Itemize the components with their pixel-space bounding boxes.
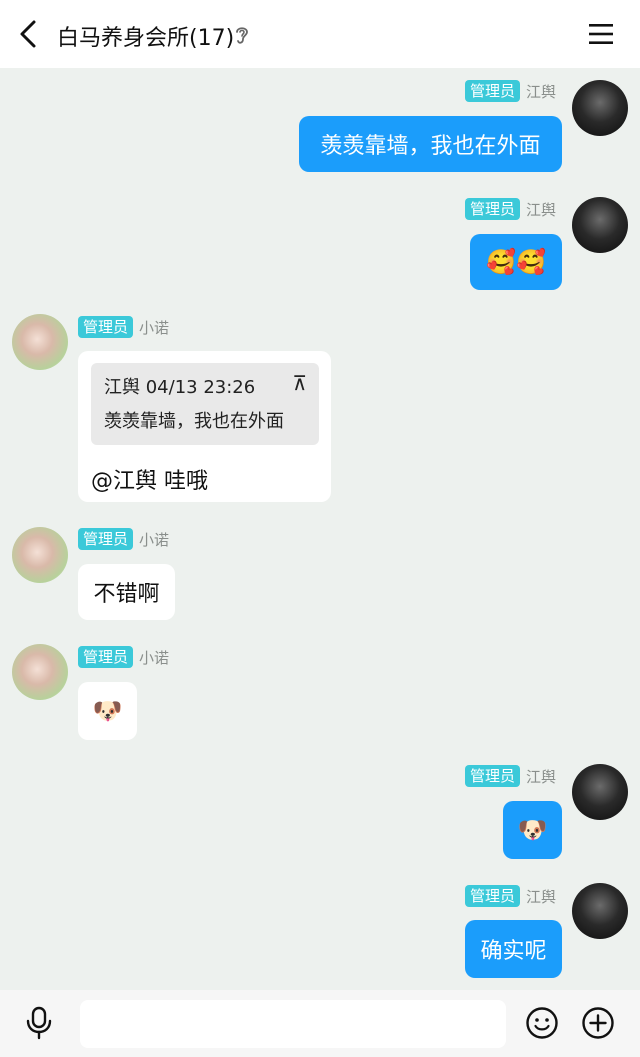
chevron-left-icon — [20, 20, 36, 48]
avatar[interactable] — [12, 527, 68, 583]
emoji-sticker: 🐶 — [517, 816, 548, 844]
admin-badge: 管理员 — [78, 646, 134, 668]
message-meta: 管理员 江舆 — [464, 765, 556, 787]
admin-badge: 管理员 — [464, 80, 520, 102]
message-meta: 管理员 江舆 — [464, 885, 556, 907]
sender-name: 江舆 — [525, 767, 556, 786]
sender-name: 江舆 — [525, 82, 556, 101]
message-bubble[interactable]: 羡羡靠墙，我也在外面 — [299, 116, 562, 172]
message-list[interactable]: 管理员 江舆 羡羡靠墙，我也在外面 管理员 江舆 🥰🥰 管理员 小诺 江舆 04… — [0, 68, 640, 990]
avatar[interactable] — [572, 80, 628, 136]
message-bubble[interactable]: 不错啊 — [78, 564, 175, 620]
emoji-message-bubble[interactable]: 🐶 — [78, 682, 137, 740]
message-input[interactable] — [80, 1000, 506, 1048]
sender-name: 江舆 — [525, 887, 556, 906]
message-meta: 管理员 小诺 — [78, 646, 169, 668]
avatar[interactable] — [572, 764, 628, 820]
smile-icon[interactable] — [525, 1006, 559, 1040]
sender-name: 小诺 — [139, 530, 170, 549]
sender-name: 江舆 — [525, 200, 556, 219]
emoji-sticker: 🐶 — [92, 697, 123, 725]
avatar[interactable] — [12, 314, 68, 370]
avatar[interactable] — [12, 644, 68, 700]
sender-name: 小诺 — [139, 318, 170, 337]
top-bar: 白马养身会所(17) — [0, 0, 640, 68]
admin-badge: 管理员 — [464, 198, 520, 220]
emoji-message-bubble[interactable]: 🐶 — [503, 801, 562, 859]
chat-title[interactable]: 白马养身会所(17) — [57, 20, 234, 52]
admin-badge: 管理员 — [464, 885, 520, 907]
admin-badge: 管理员 — [78, 528, 134, 550]
microphone-icon[interactable] — [24, 1006, 54, 1040]
message-meta: 管理员 小诺 — [78, 528, 169, 550]
avatar[interactable] — [572, 883, 628, 939]
message-bubble[interactable]: 确实呢 — [465, 920, 562, 978]
avatar[interactable] — [572, 197, 628, 253]
message-meta: 管理员 小诺 — [78, 316, 169, 338]
quote-text: 羡羡靠墙，我也在外面 — [104, 411, 284, 432]
ear-icon — [236, 27, 248, 44]
admin-badge: 管理员 — [78, 316, 134, 338]
plus-circle-icon[interactable] — [581, 1006, 615, 1040]
message-meta: 管理员 江舆 — [464, 80, 556, 102]
back-button[interactable] — [12, 16, 44, 52]
menu-icon[interactable] — [587, 20, 615, 48]
reply-text: @江舆 哇哦 — [91, 469, 208, 494]
quote-header: 江舆 04/13 23:26 — [104, 377, 256, 398]
admin-badge: 管理员 — [464, 765, 520, 787]
quote-top-icon: ⊼ — [292, 371, 307, 395]
quoted-message[interactable]: 江舆 04/13 23:26 ⊼ 羡羡靠墙，我也在外面 — [91, 363, 319, 445]
emoji-message-bubble[interactable]: 🥰🥰 — [470, 234, 562, 290]
message-meta: 管理员 江舆 — [464, 198, 556, 220]
sender-name: 小诺 — [139, 648, 170, 667]
emoji-sticker: 🥰🥰 — [486, 248, 546, 276]
input-bar — [0, 990, 640, 1057]
